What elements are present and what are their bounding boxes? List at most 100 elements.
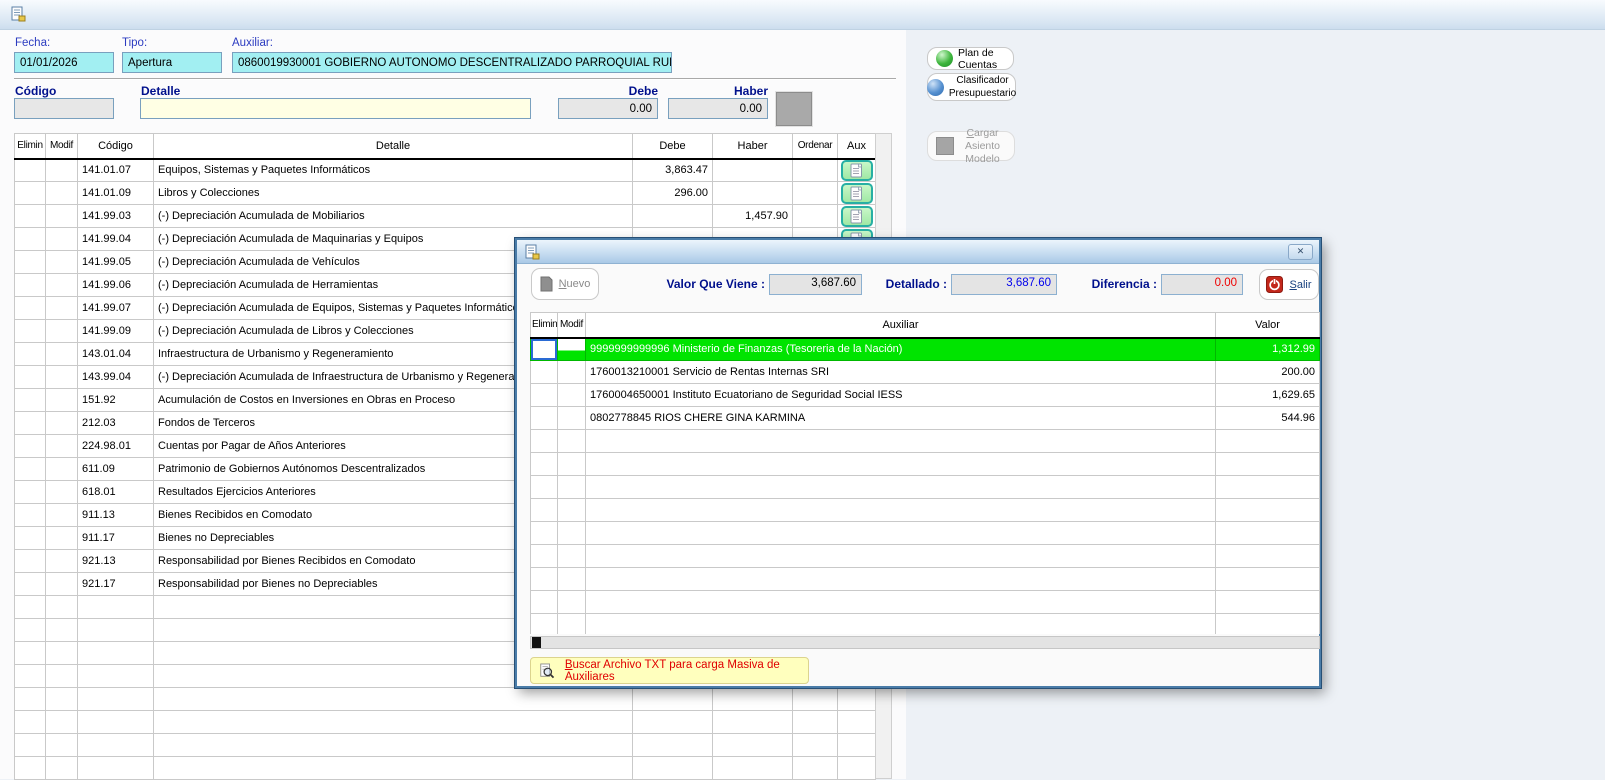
modif-cell[interactable] — [46, 228, 78, 251]
codigo-cell[interactable] — [78, 711, 154, 734]
debe-cell[interactable] — [633, 757, 713, 780]
codigo-cell[interactable]: 224.98.01 — [78, 435, 154, 458]
modif-cell[interactable] — [46, 596, 78, 619]
elimin-cell[interactable] — [531, 499, 558, 522]
modif-cell[interactable] — [46, 504, 78, 527]
modif-cell[interactable] — [46, 320, 78, 343]
modif-cell[interactable] — [558, 568, 586, 591]
elimin-cell[interactable] — [531, 614, 558, 635]
auxiliar-cell[interactable] — [586, 522, 1216, 545]
elimin-cell[interactable] — [15, 343, 46, 366]
elimin-cell[interactable] — [15, 366, 46, 389]
modif-cell[interactable] — [46, 458, 78, 481]
debe-cell[interactable] — [633, 734, 713, 757]
ordenar-cell[interactable] — [793, 688, 838, 711]
modif-cell[interactable] — [558, 338, 586, 361]
modif-cell[interactable] — [46, 366, 78, 389]
codigo-input[interactable] — [14, 98, 114, 119]
modif-cell[interactable] — [46, 435, 78, 458]
elimin-cell[interactable] — [15, 320, 46, 343]
clasificador-presupuestario-button[interactable]: ClasificadorPresupuestario — [927, 73, 1016, 101]
valor-cell[interactable] — [1216, 453, 1320, 476]
elimin-cell[interactable] — [15, 550, 46, 573]
modif-cell[interactable] — [558, 499, 586, 522]
valor-cell[interactable] — [1216, 568, 1320, 591]
elimin-cell[interactable] — [15, 458, 46, 481]
modif-cell[interactable] — [46, 274, 78, 297]
modif-cell[interactable] — [46, 251, 78, 274]
aux-button[interactable] — [841, 160, 873, 181]
codigo-cell[interactable]: 611.09 — [78, 458, 154, 481]
auxiliar-cell[interactable]: 0802778845 RIOS CHERE GINA KARMINA — [586, 407, 1216, 430]
codigo-cell[interactable]: 141.99.04 — [78, 228, 154, 251]
modif-cell[interactable] — [46, 550, 78, 573]
valor-cell[interactable]: 1,312.99 — [1216, 338, 1320, 361]
elimin-cell[interactable] — [15, 389, 46, 412]
elimin-cell[interactable] — [531, 430, 558, 453]
elimin-cell[interactable] — [15, 159, 46, 182]
auxiliar-cell[interactable] — [586, 614, 1216, 635]
elimin-cell[interactable] — [531, 476, 558, 499]
debe-cell[interactable]: 3,863.47 — [633, 159, 713, 182]
elimin-cell[interactable] — [15, 688, 46, 711]
codigo-cell[interactable]: 141.99.07 — [78, 297, 154, 320]
elimin-cell[interactable] — [15, 481, 46, 504]
modif-cell[interactable] — [46, 481, 78, 504]
tipo-input[interactable]: Apertura — [122, 52, 222, 73]
aux-button[interactable] — [841, 206, 873, 227]
elimin-cell[interactable] — [15, 297, 46, 320]
modif-cell[interactable] — [558, 614, 586, 635]
codigo-cell[interactable]: 151.92 — [78, 389, 154, 412]
modif-cell[interactable] — [558, 476, 586, 499]
detalle-cell[interactable] — [154, 711, 633, 734]
elimin-cell[interactable] — [531, 384, 558, 407]
codigo-cell[interactable] — [78, 688, 154, 711]
ordenar-cell[interactable] — [793, 757, 838, 780]
codigo-cell[interactable]: 141.99.09 — [78, 320, 154, 343]
codigo-cell[interactable]: 141.01.07 — [78, 159, 154, 182]
codigo-cell[interactable]: 212.03 — [78, 412, 154, 435]
elimin-cell[interactable] — [15, 573, 46, 596]
valor-cell[interactable] — [1216, 430, 1320, 453]
elimin-cell[interactable] — [15, 596, 46, 619]
ordenar-cell[interactable] — [793, 159, 838, 182]
haber-cell[interactable]: 1,457.90 — [713, 205, 793, 228]
elimin-cell[interactable] — [15, 642, 46, 665]
salir-button[interactable]: Salir — [1259, 269, 1319, 300]
modif-cell[interactable] — [46, 205, 78, 228]
modif-cell[interactable] — [46, 734, 78, 757]
haber-cell[interactable] — [713, 159, 793, 182]
valor-cell[interactable] — [1216, 499, 1320, 522]
haber-cell[interactable] — [713, 182, 793, 205]
codigo-cell[interactable]: 921.13 — [78, 550, 154, 573]
valor-cell[interactable]: 200.00 — [1216, 361, 1320, 384]
modif-cell[interactable] — [46, 527, 78, 550]
elimin-cell[interactable] — [15, 504, 46, 527]
detalle-cell[interactable] — [154, 734, 633, 757]
dialog-close-icon[interactable]: ✕ — [1288, 244, 1313, 260]
auxiliar-cell[interactable]: 9999999999996 Ministerio de Finanzas (Te… — [586, 338, 1216, 361]
elimin-cell[interactable] — [15, 527, 46, 550]
modif-cell[interactable] — [46, 573, 78, 596]
elimin-cell[interactable] — [531, 591, 558, 614]
haber-cell[interactable] — [713, 734, 793, 757]
elimin-cell[interactable] — [15, 665, 46, 688]
ordenar-cell[interactable] — [793, 711, 838, 734]
elimin-cell[interactable] — [531, 568, 558, 591]
modif-cell[interactable] — [46, 159, 78, 182]
codigo-cell[interactable] — [78, 596, 154, 619]
debe-cell[interactable] — [633, 205, 713, 228]
haber-cell[interactable] — [713, 688, 793, 711]
modif-cell[interactable] — [46, 182, 78, 205]
elimin-cell[interactable] — [15, 205, 46, 228]
codigo-cell[interactable] — [78, 619, 154, 642]
modif-cell[interactable] — [46, 665, 78, 688]
auxiliar-cell[interactable]: 1760013210001 Servicio de Rentas Interna… — [586, 361, 1216, 384]
modif-cell[interactable] — [558, 430, 586, 453]
haber-cell[interactable] — [713, 711, 793, 734]
codigo-cell[interactable]: 141.99.05 — [78, 251, 154, 274]
elimin-cell[interactable] — [531, 522, 558, 545]
dialog-h-scrollbar[interactable] — [530, 636, 1320, 649]
valor-cell[interactable]: 1,629.65 — [1216, 384, 1320, 407]
cargar-asiento-modelo-button[interactable]: Cargar AsientoModelo — [927, 131, 1015, 161]
